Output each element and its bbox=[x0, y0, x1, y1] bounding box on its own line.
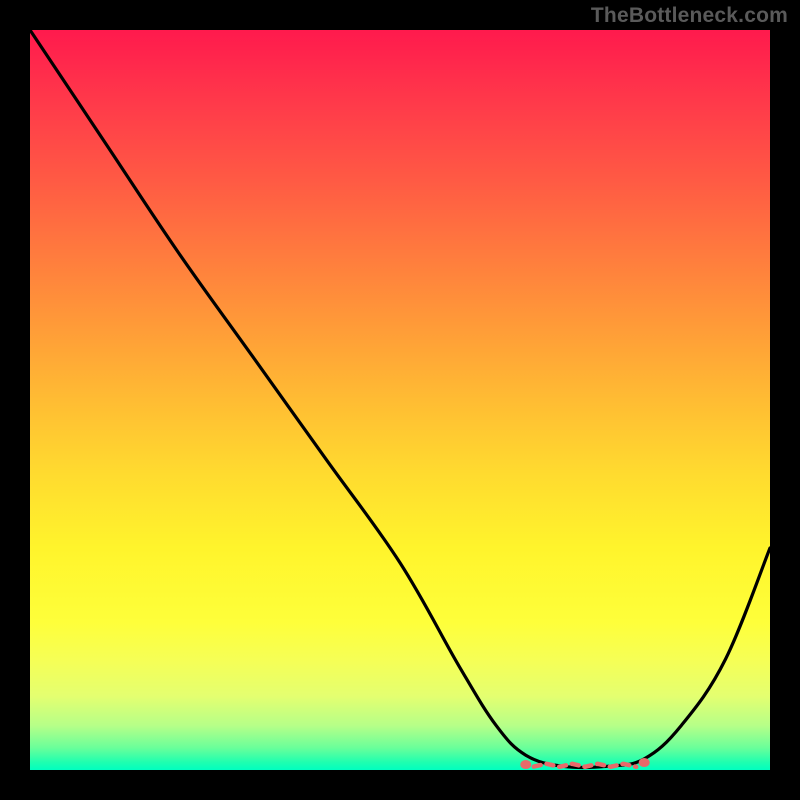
watermark-text: TheBottleneck.com bbox=[591, 4, 788, 28]
range-end-marker bbox=[520, 760, 531, 769]
plot-area bbox=[30, 30, 770, 770]
range-end-marker bbox=[639, 758, 650, 767]
chart-canvas: TheBottleneck.com bbox=[0, 0, 800, 800]
marker-group bbox=[520, 758, 649, 769]
curve-svg bbox=[30, 30, 770, 770]
curve-path bbox=[30, 30, 770, 768]
